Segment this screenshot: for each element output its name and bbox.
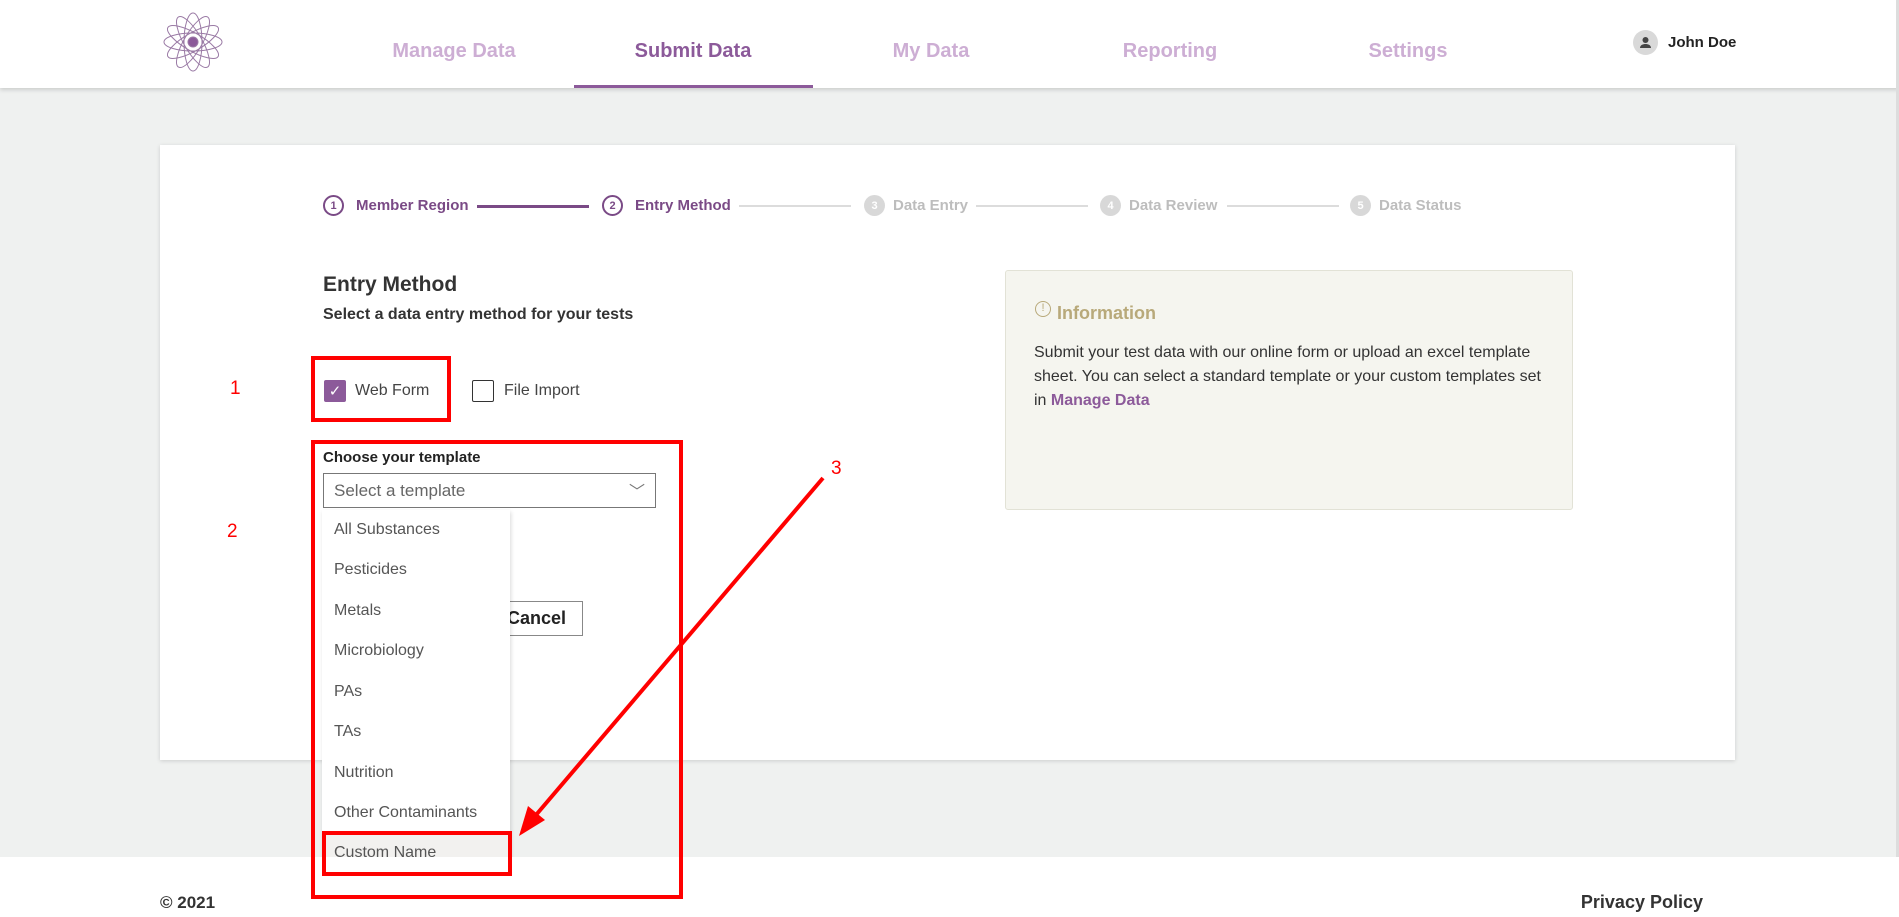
option-nutrition[interactable]: Nutrition — [322, 753, 510, 793]
header: Manage Data Submit Data My Data Reportin… — [0, 0, 1899, 88]
option-metals[interactable]: Metals — [322, 591, 510, 631]
step-connector — [477, 205, 589, 208]
nav-submit-data[interactable]: Submit Data — [635, 40, 752, 63]
nav-settings[interactable]: Settings — [1369, 40, 1448, 63]
active-tab-indicator — [574, 85, 813, 88]
step-5-label: Data Status — [1379, 197, 1462, 214]
option-pas[interactable]: PAs — [322, 672, 510, 712]
annotation-label-1: 1 — [230, 378, 241, 399]
step-connector — [739, 205, 851, 207]
annotation-label-2: 2 — [227, 521, 238, 542]
step-connector — [976, 205, 1088, 207]
option-tas[interactable]: TAs — [322, 712, 510, 752]
template-dropdown: All Substances Pesticides Metals Microbi… — [322, 510, 510, 874]
manage-data-link[interactable]: Manage Data — [1051, 392, 1150, 409]
avatar[interactable] — [1633, 30, 1658, 55]
step-5-circle: 5 — [1350, 195, 1371, 216]
step-4-label: Data Review — [1129, 197, 1218, 214]
template-label: Choose your template — [323, 449, 481, 466]
annotation-label-3: 3 — [831, 458, 842, 479]
nav-my-data[interactable]: My Data — [893, 40, 970, 63]
step-4-circle: 4 — [1100, 195, 1121, 216]
file-import-label[interactable]: File Import — [504, 382, 580, 400]
footer: © 2021 Privacy Policy — [0, 857, 1899, 917]
step-connector — [1227, 205, 1339, 207]
template-placeholder: Select a template — [334, 481, 466, 500]
check-icon: ✓ — [328, 383, 342, 400]
nav-manage-data[interactable]: Manage Data — [392, 40, 515, 63]
option-other-contaminants[interactable]: Other Contaminants — [322, 793, 510, 833]
information-panel: ! Information Submit your test data with… — [1005, 270, 1573, 510]
copyright: © 2021 — [160, 893, 216, 912]
step-1-label: Member Region — [356, 197, 469, 214]
template-select[interactable]: Select a template ﹀ — [323, 473, 656, 508]
web-form-checkbox[interactable]: ✓ — [324, 380, 346, 402]
nav-reporting[interactable]: Reporting — [1123, 40, 1217, 63]
info-text: Submit your test data with our online fo… — [1034, 341, 1554, 413]
step-2-circle: 2 — [602, 195, 623, 216]
privacy-policy-link[interactable]: Privacy Policy — [1581, 892, 1703, 913]
file-import-checkbox[interactable] — [472, 380, 494, 402]
chevron-down-icon: ﹀ — [628, 484, 645, 501]
step-3-label: Data Entry — [893, 197, 969, 214]
step-2-label: Entry Method — [635, 197, 731, 214]
option-microbiology[interactable]: Microbiology — [322, 631, 510, 671]
step-3-circle: 3 — [864, 195, 885, 216]
logo-icon[interactable] — [160, 10, 226, 74]
user-name[interactable]: John Doe — [1668, 34, 1736, 51]
section-title: Entry Method — [323, 273, 458, 296]
option-pesticides[interactable]: Pesticides — [322, 550, 510, 590]
info-title: Information — [1057, 303, 1156, 323]
step-1-circle: 1 — [323, 195, 344, 216]
info-icon: ! — [1035, 301, 1051, 317]
option-all-substances[interactable]: All Substances — [322, 510, 510, 550]
section-subtitle: Select a data entry method for your test… — [323, 306, 634, 323]
web-form-label[interactable]: Web Form — [355, 382, 429, 400]
user-icon — [1640, 37, 1651, 48]
